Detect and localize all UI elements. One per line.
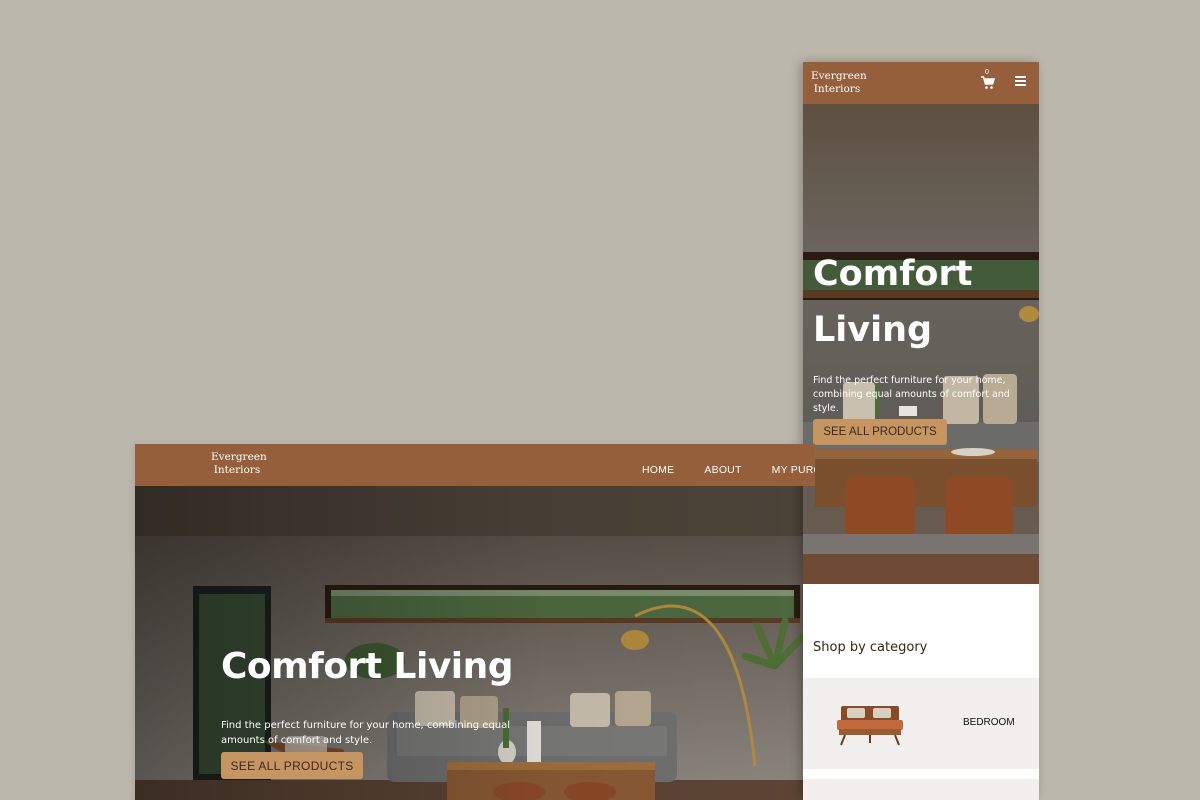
cart-count-badge: 0 [985, 69, 989, 76]
hero-section: Comfort Living Find the perfect furnitur… [135, 486, 815, 800]
nav-home[interactable]: HOME [642, 464, 674, 476]
site-header: Evergreen Interiors HOME ABOUT MY PURC [135, 444, 815, 486]
category-label-bedroom: BEDROOM [963, 717, 1015, 728]
mobile-hero-section: Comfort Living Find the perfect furnitur… [803, 104, 1039, 584]
cart-icon [981, 76, 995, 89]
brand-line-1: Evergreen [211, 451, 267, 463]
desktop-mockup: Evergreen Interiors HOME ABOUT MY PUR Co… [135, 444, 815, 800]
category-card-bedroom[interactable]: BEDROOM [803, 678, 1039, 769]
mobile-brand-line-2: Interiors [813, 83, 861, 95]
bed-icon [837, 706, 903, 746]
category-card-next[interactable] [803, 779, 1039, 800]
nav-about[interactable]: ABOUT [704, 464, 741, 476]
brand-line-2: Interiors [213, 464, 261, 476]
mobile-see-all-products-button[interactable]: SEE ALL PRODUCTS [813, 419, 947, 445]
see-all-products-button[interactable]: SEE ALL PRODUCTS [221, 752, 363, 779]
mobile-header: Evergreen Interiors 0 [803, 62, 1039, 104]
mobile-brand-line-1: Evergreen [811, 70, 867, 82]
brand-logo[interactable]: Evergreen Interiors [211, 451, 267, 477]
mobile-mockup: Evergreen Interiors 0 Comfort Living Fin… [803, 62, 1039, 800]
main-nav: HOME ABOUT MY PURC [642, 458, 815, 477]
hero-subtitle: Find the perfect furniture for your home… [221, 720, 511, 746]
mobile-hero-title: Comfort Living [813, 254, 973, 350]
hero-title: Comfort Living [221, 646, 514, 687]
hamburger-menu-icon[interactable] [1015, 76, 1026, 86]
nav-my-purchases[interactable]: MY PURC [772, 464, 815, 476]
cart-button[interactable]: 0 [981, 69, 995, 89]
mobile-brand-logo[interactable]: Evergreen Interiors [811, 70, 867, 96]
mobile-hero-subtitle: Find the perfect furniture for your home… [813, 374, 1010, 414]
shop-by-category-heading: Shop by category [813, 640, 928, 655]
